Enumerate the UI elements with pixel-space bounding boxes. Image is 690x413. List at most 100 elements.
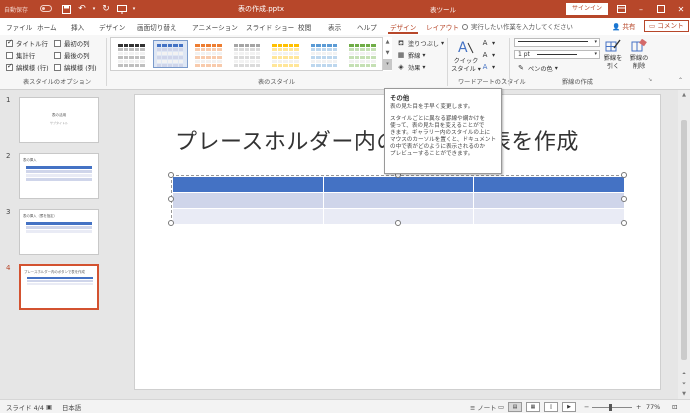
table-cell[interactable] <box>322 192 475 209</box>
resize-handle[interactable] <box>621 196 627 202</box>
table-style-swatch[interactable] <box>192 41 225 67</box>
tab-view[interactable]: 表示 <box>328 22 341 32</box>
slide-table[interactable] <box>172 176 625 225</box>
text-effects-button[interactable]: A ▾ <box>480 62 496 72</box>
dialog-launcher-icon[interactable]: ↘ <box>648 77 652 83</box>
resize-handle[interactable] <box>395 220 401 226</box>
quick-styles-icon[interactable]: A <box>456 38 476 56</box>
collapse-ribbon-icon[interactable]: ⌃ <box>678 77 683 84</box>
table-cell[interactable] <box>172 192 324 209</box>
banded-columns-checkbox[interactable] <box>54 64 61 71</box>
table-style-swatch[interactable] <box>346 41 379 67</box>
tab-home[interactable]: ホーム <box>37 22 57 32</box>
fit-to-window-icon[interactable]: ⊡ <box>672 403 677 411</box>
option-banded-columns[interactable]: 縞模様 (列) <box>54 63 97 72</box>
option-last-column[interactable]: 最後の列 <box>54 51 90 60</box>
header-row-checkbox[interactable] <box>6 38 13 47</box>
resize-handle[interactable] <box>168 220 174 226</box>
shading-button[interactable]: ⛾ 塗りつぶし ▾ <box>396 38 444 48</box>
tab-animations[interactable]: アニメーション <box>192 22 238 32</box>
normal-view-icon[interactable]: ▤ <box>508 402 522 412</box>
tab-table-layout[interactable]: レイアウト <box>426 22 459 32</box>
text-fill-button[interactable]: A ▾ <box>480 38 496 48</box>
quick-styles-label[interactable]: クイック スタイル ▾ <box>449 58 483 74</box>
dialog-launcher-icon[interactable]: ↘ <box>502 77 506 83</box>
eraser-icon[interactable] <box>630 38 648 54</box>
gallery-down-icon[interactable]: ▼ <box>383 48 392 59</box>
zoom-level[interactable]: 77% <box>646 403 660 411</box>
table-cell[interactable] <box>473 176 625 193</box>
scroll-up-icon[interactable]: ▲ <box>678 90 690 100</box>
close-icon[interactable]: ✕ <box>674 2 688 16</box>
next-slide-icon[interactable]: ⏷ <box>678 379 690 389</box>
option-header-row[interactable]: タイトル行 <box>6 38 48 48</box>
resize-handle[interactable] <box>621 220 627 226</box>
first-column-checkbox[interactable] <box>54 40 61 47</box>
tab-design[interactable]: デザイン <box>99 22 125 32</box>
start-slideshow-icon[interactable] <box>116 3 128 15</box>
slide-table-frame[interactable] <box>168 172 627 226</box>
undo-icon[interactable]: ↶ <box>76 3 88 15</box>
gallery-more-icon[interactable]: ▾ <box>383 59 392 70</box>
autosave-toggle[interactable] <box>40 5 52 12</box>
maximize-icon[interactable] <box>654 2 668 16</box>
gallery-up-icon[interactable]: ▲ <box>383 37 392 48</box>
slideshow-view-icon[interactable]: ▶ <box>562 402 576 412</box>
zoom-slider-thumb[interactable] <box>609 404 612 411</box>
notes-button[interactable]: ≡ ノート <box>470 403 497 412</box>
table-cell[interactable] <box>473 192 625 209</box>
customize-qat-icon[interactable]: ▾ <box>130 3 138 15</box>
undo-dropdown-icon[interactable]: ▾ <box>90 3 98 15</box>
total-row-checkbox[interactable] <box>6 52 13 59</box>
scroll-down-icon[interactable]: ▼ <box>678 389 690 399</box>
table-style-swatch[interactable] <box>269 41 302 67</box>
table-cell[interactable] <box>322 176 475 193</box>
resize-handle[interactable] <box>621 172 627 178</box>
option-first-column[interactable]: 最初の列 <box>54 39 90 48</box>
table-cell[interactable] <box>172 208 324 225</box>
prev-slide-icon[interactable]: ⏶ <box>678 369 690 379</box>
tab-help[interactable]: ヘルプ <box>357 22 377 32</box>
effects-button[interactable]: ◈ 効果 ▾ <box>396 62 425 72</box>
draw-table-icon[interactable] <box>604 38 622 54</box>
tab-file[interactable]: ファイル <box>6 22 32 32</box>
option-banded-rows[interactable]: 縞模様 (行) <box>6 62 49 72</box>
pen-weight-select[interactable]: 1 pt ▾ <box>514 50 600 59</box>
pen-style-select[interactable]: ▾ <box>514 38 600 47</box>
draw-table-label[interactable]: 罫線を 引く <box>600 55 626 71</box>
borders-button[interactable]: ▦ 罫線 ▾ <box>396 50 426 60</box>
eraser-label[interactable]: 罫線の 削除 <box>626 55 652 71</box>
table-cell[interactable] <box>473 208 625 225</box>
tell-me-search[interactable]: 実行したい作業を入力してください <box>462 22 573 31</box>
save-icon[interactable] <box>60 3 72 15</box>
tab-insert[interactable]: 挿入 <box>71 22 84 32</box>
language-indicator[interactable]: 日本語 <box>62 403 81 412</box>
table-style-swatch[interactable] <box>231 41 264 67</box>
vertical-scrollbar[interactable]: ▲ ⏶ ⏷ ▼ <box>678 90 690 399</box>
resize-handle[interactable] <box>168 196 174 202</box>
ribbon-display-options-icon[interactable] <box>614 2 628 16</box>
zoom-out-icon[interactable]: − <box>584 403 589 411</box>
comments-pane-icon[interactable]: ▭ <box>498 403 504 411</box>
signin-button[interactable]: サインイン <box>566 3 608 15</box>
table-style-swatch[interactable] <box>308 41 341 67</box>
tab-table-design[interactable]: デザイン <box>387 22 419 34</box>
tab-transitions[interactable]: 画面切り替え <box>137 22 177 32</box>
slide-title[interactable]: プレースホルダー内のボタンで表を作成 <box>175 124 579 156</box>
tab-review[interactable]: 校閲 <box>298 22 311 32</box>
comments-button[interactable]: ▭ コメント <box>644 20 689 32</box>
pen-color-button[interactable]: ✎ ペンの色 ▾ <box>516 63 558 73</box>
resize-handle[interactable] <box>168 172 174 178</box>
minimize-icon[interactable]: – <box>634 2 648 16</box>
scrollbar-thumb[interactable] <box>681 120 687 360</box>
text-outline-button[interactable]: A ▾ <box>480 50 496 60</box>
table-style-swatch[interactable] <box>152 40 188 68</box>
table-style-swatch[interactable] <box>115 41 148 67</box>
share-button[interactable]: 👤 共有 <box>612 21 636 31</box>
last-column-checkbox[interactable] <box>54 52 61 59</box>
tab-slideshow[interactable]: スライド ショー <box>246 22 294 32</box>
reading-view-icon[interactable]: ▯ <box>544 402 558 412</box>
redo-icon[interactable]: ↻ <box>100 3 112 15</box>
slide-sorter-icon[interactable]: ▦ <box>526 402 540 412</box>
banded-rows-checkbox[interactable] <box>6 62 13 71</box>
